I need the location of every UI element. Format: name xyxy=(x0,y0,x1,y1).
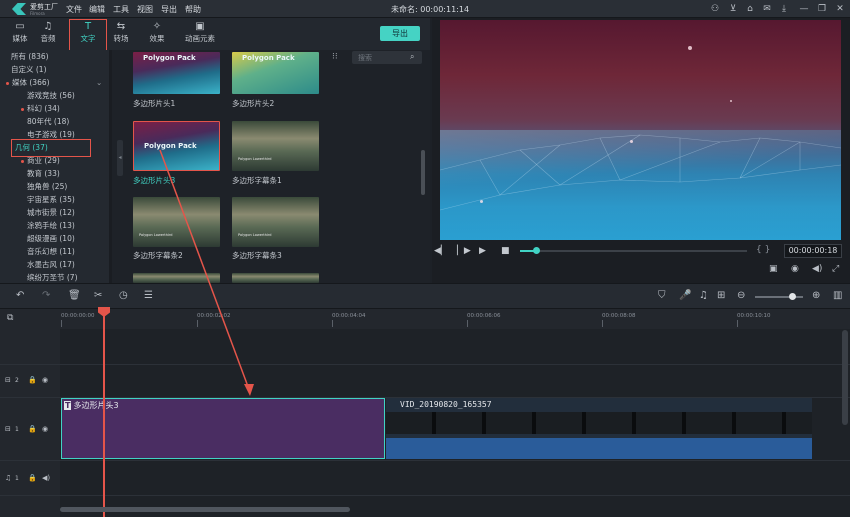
annotation-arrowhead xyxy=(244,384,254,396)
annotation-overlay xyxy=(159,149,254,396)
annotation-arrow xyxy=(159,149,251,393)
